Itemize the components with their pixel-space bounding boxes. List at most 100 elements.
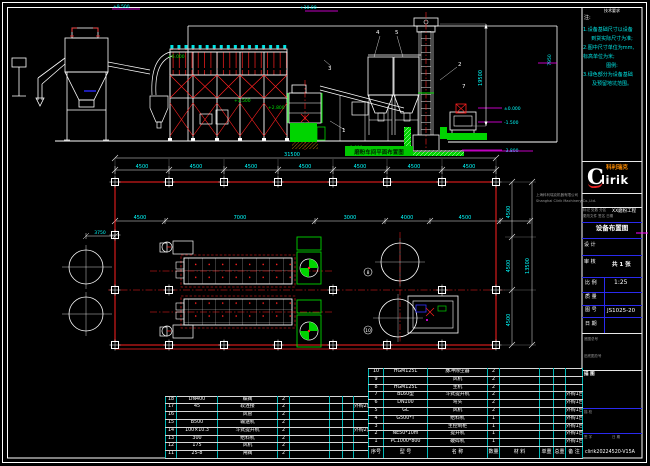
bom-row: 16风管2 [166, 412, 369, 420]
bom-cell [540, 415, 554, 423]
height-dim: 19500 [478, 70, 484, 86]
bom-cell: 8 [369, 384, 384, 392]
bom-cell [540, 407, 554, 415]
separator [582, 255, 642, 256]
foundation-hatch [292, 142, 318, 149]
date2-label: 日 期 [612, 436, 620, 440]
bom-cell [500, 439, 540, 447]
bom-cell [540, 423, 554, 431]
bay-dim: 4500 [245, 164, 258, 170]
note-line: 及预留地坑范围。 [583, 80, 641, 87]
bom-cell: 外购1台 [566, 415, 583, 423]
mill-unit [288, 80, 325, 150]
bom-cell: 2 [278, 419, 290, 427]
scale-value: 1:25 [614, 280, 627, 287]
bom-row: 12175风机2 [166, 443, 369, 451]
bom-cell [290, 443, 330, 451]
bom-cell: 给料机 [218, 435, 278, 443]
bom-cell: 10 [369, 369, 384, 377]
note-line: 2.图中尺寸单位为mm, [583, 44, 641, 51]
bom-cell [330, 419, 343, 427]
bom-cell: 2 [278, 443, 290, 451]
bom-header-cell: 总重 [554, 446, 566, 458]
old-base-no-label: 旧底图总号 [584, 355, 602, 359]
note-line: 标高单位为米; [583, 53, 641, 60]
bom-cell: 2 [278, 435, 290, 443]
bom-cell [343, 404, 354, 412]
bom-cell [343, 396, 354, 404]
bom-cell [290, 419, 330, 427]
building-plan [108, 182, 505, 349]
separator [582, 370, 642, 371]
bom-cell [500, 369, 540, 377]
bom-cell: 给料机 [428, 415, 488, 423]
bom-cell [500, 392, 540, 400]
project-name: XX磨粉工程 [612, 210, 636, 215]
logo-cn-text: 科利瑞克 [606, 163, 628, 171]
notes-label: 注: [584, 16, 591, 22]
bay-dim: 4500 [190, 164, 203, 170]
bom-cell: 3 [369, 423, 384, 431]
separator [582, 317, 642, 318]
bom-header-cell: 备 注 [566, 446, 583, 458]
inlet-duct-cyclone [108, 52, 172, 128]
bom-cell: 闸阀 [218, 451, 278, 459]
bom-cell: 提升机 [428, 431, 488, 439]
bom-cell: 45 [177, 404, 218, 412]
bom-cell: 2 [278, 451, 290, 459]
svg-text:3: 3 [328, 66, 332, 72]
base-no-label: 底图总号 [584, 338, 598, 342]
bom-cell: 软连接 [218, 404, 278, 412]
bom-cell: 2 [488, 369, 500, 377]
bay-dim: 4500 [463, 164, 476, 170]
bom-cell: 外购1台 [566, 400, 583, 408]
bay-dim: 4500 [354, 164, 367, 170]
bom-cell [554, 392, 566, 400]
bom-cell: 2 [278, 396, 290, 404]
bom-cell: HGM125L [384, 369, 428, 377]
separator [582, 238, 642, 239]
bom-cell: NE50*10m [384, 431, 428, 439]
separator [582, 292, 642, 293]
bom-cell: 2 [488, 392, 500, 400]
bom-cell: HGM125L [384, 384, 428, 392]
bom-cell [540, 439, 554, 447]
plan-top-dims: 31500 4500 4500 4500 4500 4500 4500 4500 [112, 152, 499, 182]
bom-row: 14100×10.3斗式提升机2外购2台 [166, 427, 369, 435]
drawing-title: 设备布置图 [584, 225, 640, 232]
bom-cell [554, 431, 566, 439]
bom-cell [540, 400, 554, 408]
bom-cell [290, 396, 330, 404]
svg-text:5: 5 [395, 30, 399, 36]
bom-header-cell: 序号 [369, 446, 384, 458]
elev-green-mark: +6.000 [168, 54, 185, 60]
bom-cell: 外购1台 [566, 423, 583, 431]
bom-cell [343, 443, 354, 451]
bom-row: 6DN100弯头2外购1台 [369, 400, 583, 408]
separator [582, 433, 642, 434]
weight-label: 质 量 [585, 295, 597, 301]
bom-cell [343, 435, 354, 443]
bom-header-row: 序号型 号名 称数量材 料单重总重备 注 [369, 446, 583, 458]
separator [582, 333, 642, 334]
support-legs [170, 98, 287, 138]
bom-row: 2NE50*10m提升机1外购1台 [369, 431, 583, 439]
rev-row: 标记 处数 分区 [583, 209, 606, 213]
bom-cell [554, 439, 566, 447]
bom-cell [540, 392, 554, 400]
separator [582, 305, 642, 306]
bom-row: 15B500输送机2 [166, 419, 369, 427]
storage-hoppers [368, 36, 421, 135]
svg-text:7: 7 [462, 84, 466, 90]
bom-cell: 外购2台 [354, 404, 369, 412]
bom-cell [540, 384, 554, 392]
crusher-plan [408, 296, 458, 333]
bom-cell [343, 427, 354, 435]
bom-header-cell: 型 号 [384, 446, 428, 458]
bom-header-cell: 材 料 [500, 446, 540, 458]
bom-cell: 外购1台 [566, 392, 583, 400]
bom-cell: 主机 [428, 384, 488, 392]
bom-cell: 2 [488, 407, 500, 415]
bom-cell [566, 369, 583, 377]
bom-cell: 外购1台 [566, 431, 583, 439]
